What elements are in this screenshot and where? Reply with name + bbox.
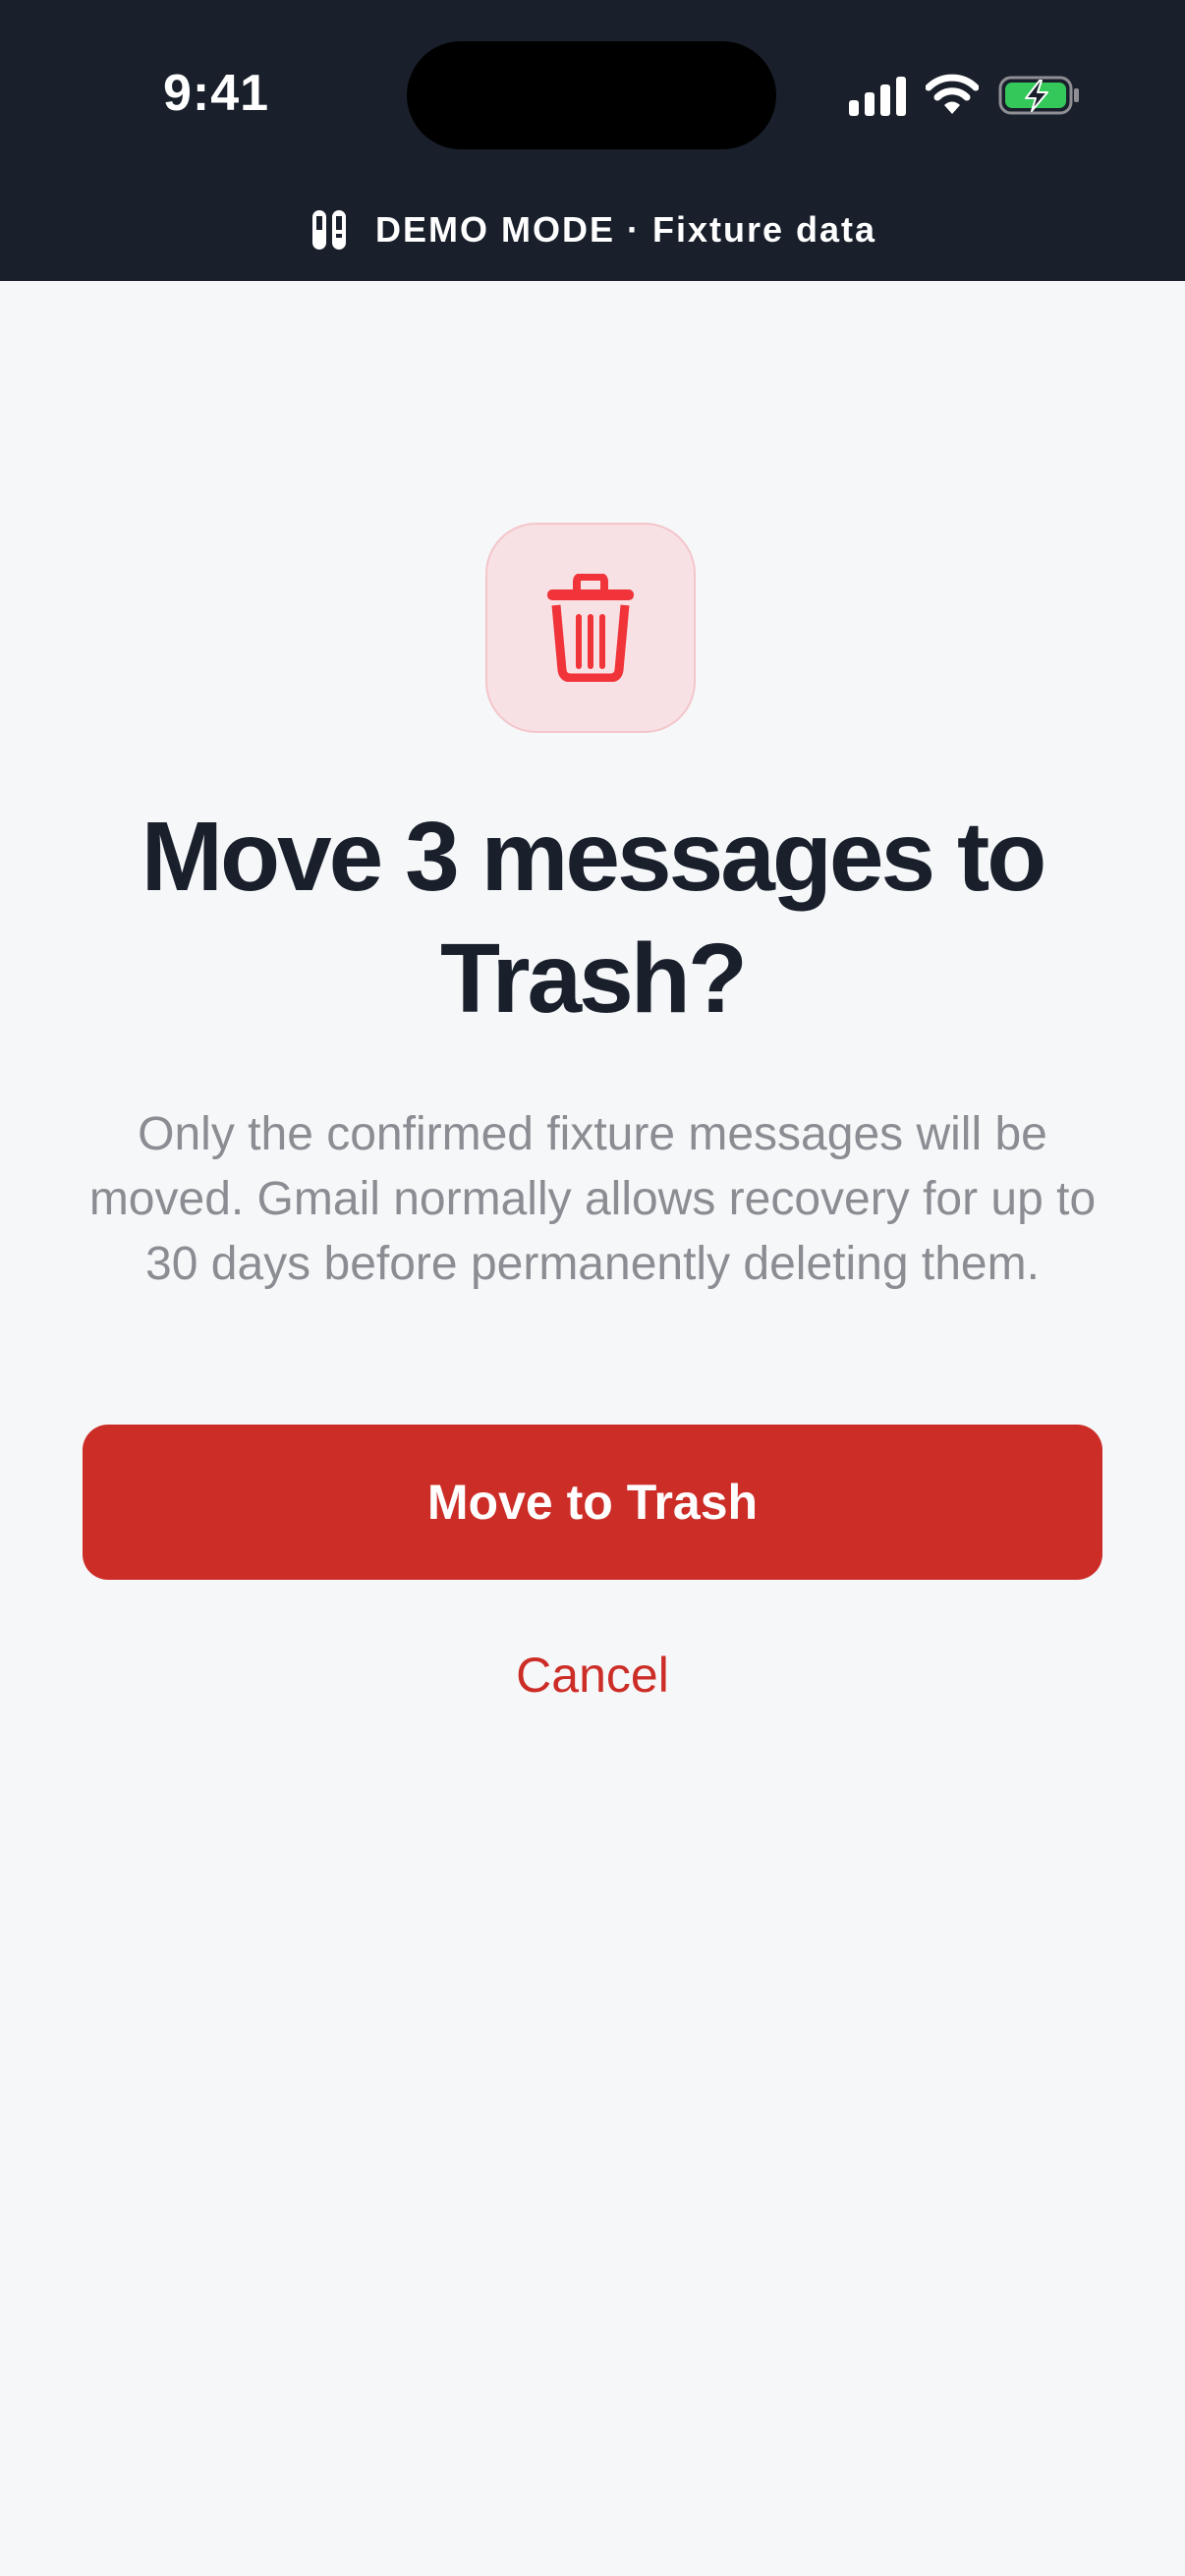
demo-mode-label: DEMO MODE · Fixture data [374, 209, 877, 250]
cancel-button[interactable]: Cancel [396, 1631, 789, 1719]
dialog-title: Move 3 messages to Trash? [141, 802, 1047, 1034]
cellular-signal-icon [849, 77, 906, 116]
status-bar-time: 9:41 [162, 65, 270, 122]
dynamic-island [407, 41, 776, 149]
test-tubes-icon [311, 210, 346, 250]
trash-icon [547, 574, 634, 682]
demo-mode-banner: DEMO MODE · Fixture data [0, 200, 1185, 259]
wifi-icon [926, 74, 979, 114]
move-to-trash-button[interactable]: Move to Trash [83, 1425, 1102, 1580]
trash-icon-tile [485, 523, 696, 733]
app-header: 9:41 DEMO MODE · Fixture data [0, 0, 1185, 281]
battery-charging-icon [998, 76, 1079, 115]
dialog-description: Only the confirmed fixture messages will… [88, 1108, 1097, 1290]
